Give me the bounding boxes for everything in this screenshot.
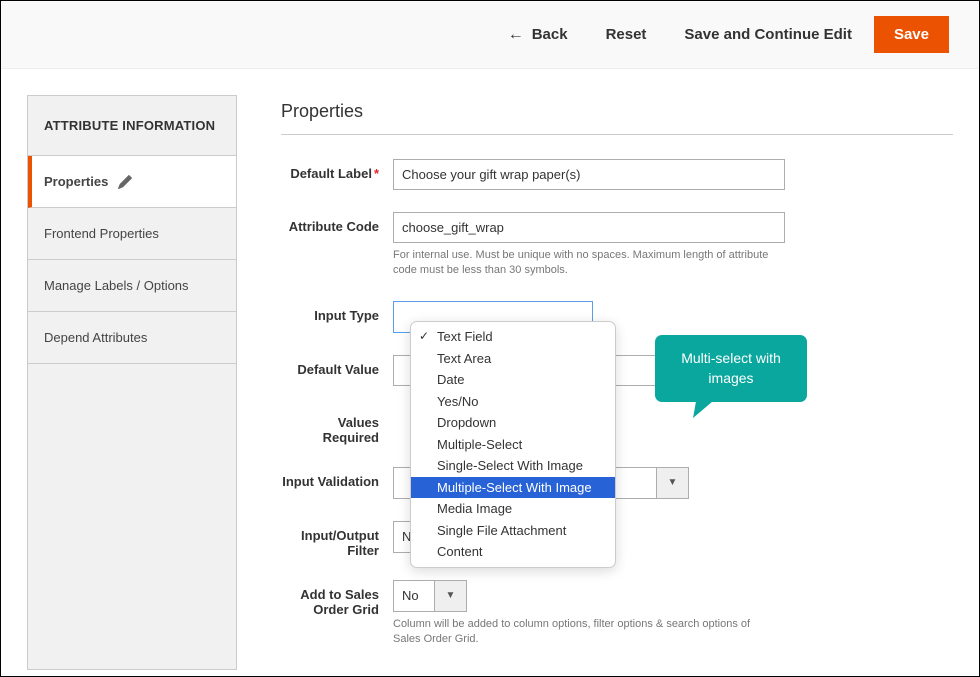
reset-label: Reset [606, 26, 647, 43]
dropdown-option[interactable]: Single File Attachment [411, 520, 615, 542]
sidebar-item-label: Depend Attributes [44, 330, 147, 345]
input-validation-label: Input Validation [281, 467, 393, 489]
tooltip-tail-icon [693, 396, 719, 418]
dropdown-option[interactable]: Text Field [411, 326, 615, 348]
sidebar-item-properties[interactable]: Properties [28, 156, 236, 208]
section-title: Properties [281, 101, 953, 135]
sidebar-item-frontend[interactable]: Frontend Properties [28, 208, 236, 260]
sidebar: ATTRIBUTE INFORMATION Properties Fronten… [27, 95, 237, 670]
required-asterisk: * [374, 166, 379, 181]
default-value-label: Default Value [281, 355, 393, 377]
input-type-label: Input Type [281, 301, 393, 323]
default-label-label: Default Label* [281, 159, 393, 181]
save-continue-button[interactable]: Save and Continue Edit [668, 16, 868, 53]
input-type-dropdown: Text FieldText AreaDateYes/NoDropdownMul… [410, 321, 616, 568]
chevron-down-icon[interactable]: ▼ [435, 580, 467, 612]
sidebar-item-labels[interactable]: Manage Labels / Options [28, 260, 236, 312]
dropdown-option[interactable]: Date [411, 369, 615, 391]
sidebar-item-label: Properties [44, 174, 108, 189]
io-filter-label: Input/Output Filter [281, 521, 393, 558]
sidebar-header: ATTRIBUTE INFORMATION [28, 96, 236, 156]
save-continue-label: Save and Continue Edit [684, 26, 852, 43]
pencil-icon [118, 175, 132, 189]
add-to-grid-hint: Column will be added to column options, … [393, 617, 773, 648]
dropdown-option[interactable]: Content [411, 541, 615, 563]
sidebar-item-label: Manage Labels / Options [44, 278, 189, 293]
dropdown-option[interactable]: Multiple-Select With Image [411, 477, 615, 499]
dropdown-option[interactable]: Yes/No [411, 391, 615, 413]
top-toolbar: ← Back Reset Save and Continue Edit Save [1, 1, 979, 69]
dropdown-option[interactable]: Text Area [411, 348, 615, 370]
reset-button[interactable]: Reset [590, 16, 663, 53]
add-to-grid-select[interactable]: No ▼ [393, 580, 785, 612]
add-to-grid-label: Add to Sales Order Grid [281, 580, 393, 617]
values-required-label: Values Required [281, 408, 393, 445]
dropdown-option[interactable]: Single-Select With Image [411, 455, 615, 477]
save-button[interactable]: Save [874, 16, 949, 53]
arrow-left-icon: ← [508, 27, 524, 43]
dropdown-option[interactable]: Dropdown [411, 412, 615, 434]
dropdown-option[interactable]: Media Image [411, 498, 615, 520]
default-label-input[interactable] [393, 159, 785, 190]
back-button[interactable]: ← Back [492, 16, 584, 53]
save-label: Save [894, 26, 929, 43]
attribute-code-hint: For internal use. Must be unique with no… [393, 248, 785, 279]
back-label: Back [532, 26, 568, 43]
tooltip-callout: Multi-select with images [655, 335, 807, 402]
sidebar-item-depend[interactable]: Depend Attributes [28, 312, 236, 364]
attribute-code-label: Attribute Code [281, 212, 393, 234]
tooltip-text: Multi-select with images [681, 350, 781, 386]
sidebar-item-label: Frontend Properties [44, 226, 159, 241]
main-panel: Properties Default Label* Attribute Code… [281, 95, 953, 670]
add-to-grid-value: No [393, 580, 435, 612]
dropdown-option[interactable]: Multiple-Select [411, 434, 615, 456]
chevron-down-icon[interactable]: ▼ [657, 467, 689, 499]
attribute-code-input[interactable] [393, 212, 785, 243]
